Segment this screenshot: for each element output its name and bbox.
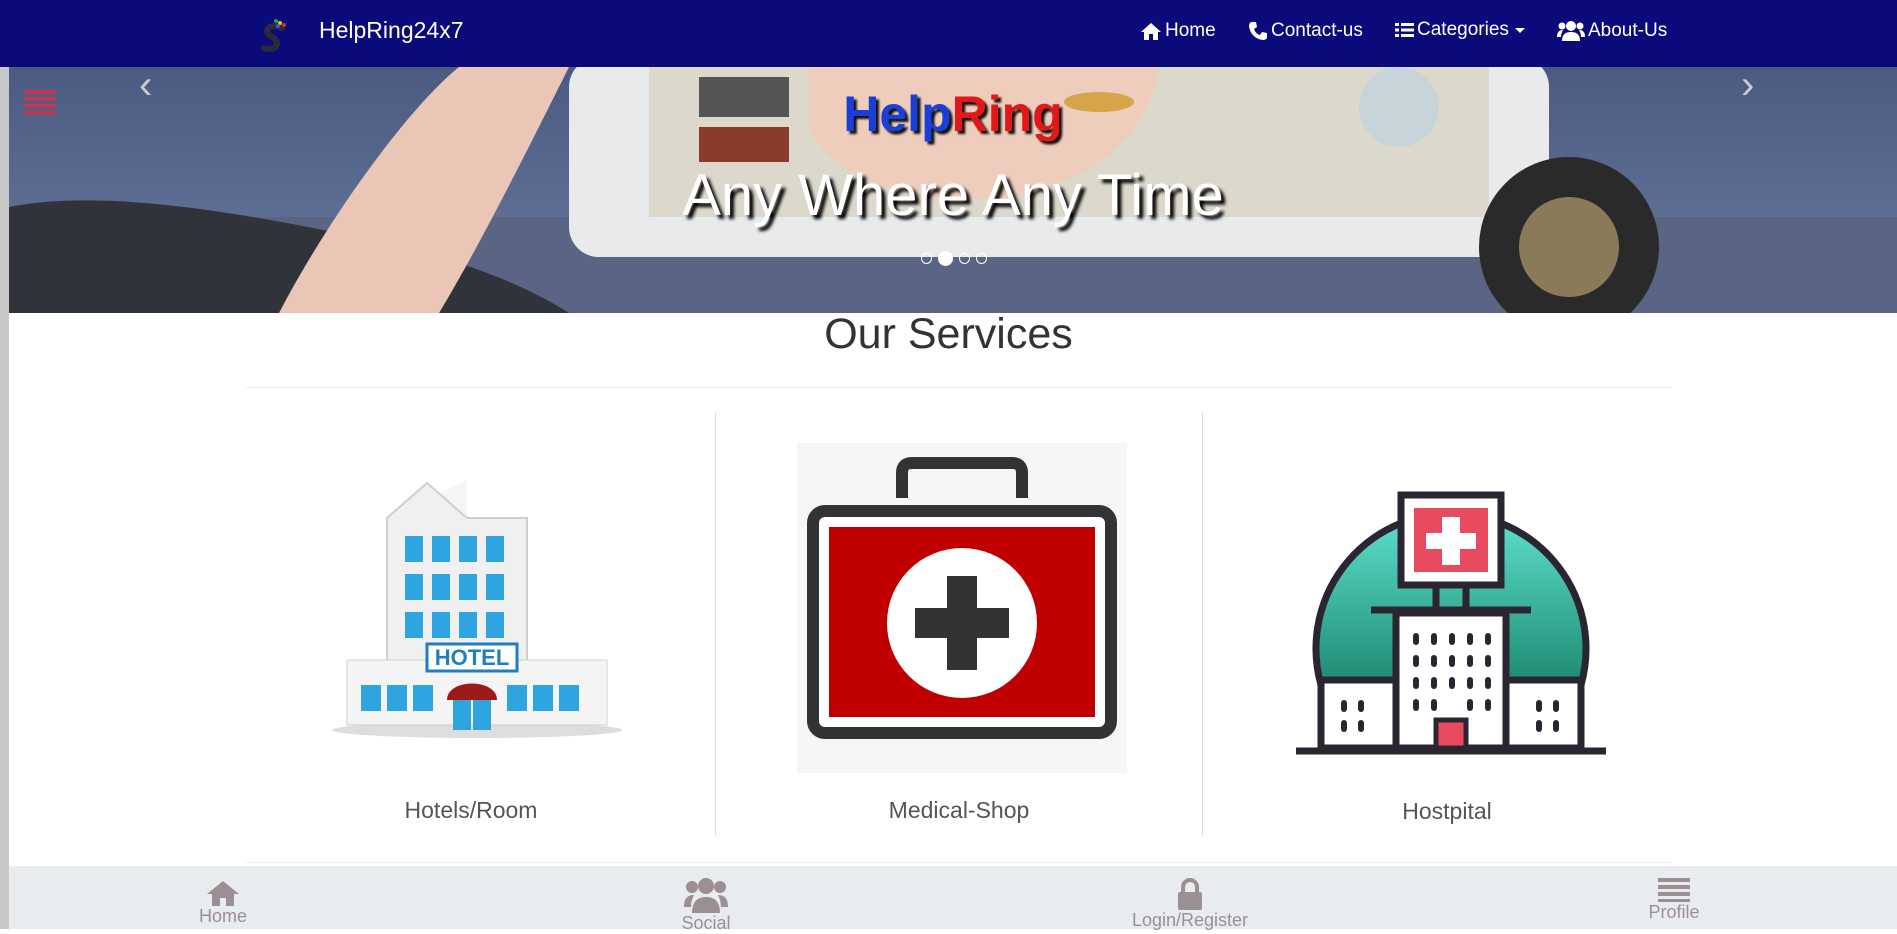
home-icon <box>207 881 239 906</box>
carousel-indicators <box>921 251 987 266</box>
nav-home-link[interactable]: Home <box>1140 20 1216 42</box>
caret-down-icon <box>1514 27 1525 33</box>
nav-home-label: Home <box>1165 20 1216 41</box>
phone-icon <box>1249 22 1267 40</box>
nav-categories-label: Categories <box>1417 19 1509 40</box>
divider-bottom <box>246 862 1672 863</box>
service-label-hotels[interactable]: Hotels/Room <box>321 797 621 824</box>
medical-kit-icon[interactable] <box>797 443 1127 773</box>
column-divider-1 <box>715 412 716 836</box>
left-scroll-edge <box>0 67 9 929</box>
users-icon <box>684 878 728 913</box>
carousel-indicator-3[interactable] <box>959 253 970 264</box>
list-icon <box>1395 23 1414 37</box>
lock-icon <box>1178 878 1202 910</box>
bottom-nav-profile-label: Profile <box>1648 902 1700 922</box>
hospital-icon[interactable] <box>1296 455 1606 760</box>
nav-about-link[interactable]: About-Us <box>1557 20 1667 42</box>
bottom-nav-home-label: Home <box>198 906 247 926</box>
hotel-icon[interactable]: HOTEL <box>327 480 627 740</box>
hero-subtitle: Any Where Any Time <box>682 163 1224 228</box>
carousel-indicator-4[interactable] <box>976 253 987 264</box>
carousel-indicator-2[interactable] <box>938 251 953 266</box>
hero-title-ring: Ring <box>951 86 1063 142</box>
nav-categories-dropdown[interactable]: Categories <box>1395 19 1525 41</box>
divider-top <box>246 387 1672 388</box>
bottom-nav-social-label: Social <box>681 913 731 933</box>
hero-title-help: Help <box>843 86 952 142</box>
bottom-nav-home[interactable]: Home <box>163 880 283 927</box>
bottom-nav-profile[interactable]: Profile <box>1614 878 1734 923</box>
top-navbar: HelpRing24x7 Home Contact-us Categories … <box>0 0 1897 67</box>
services-title: Our Services <box>824 310 1073 358</box>
service-label-hospital[interactable]: Hostpital <box>1297 798 1597 825</box>
brand-title[interactable]: HelpRing24x7 <box>319 17 463 44</box>
menu-hamburger-icon[interactable] <box>24 90 56 115</box>
carousel-indicator-1[interactable] <box>921 253 932 264</box>
bottom-navbar: Home Social Login/Register Profile <box>9 866 1897 933</box>
hero-carousel: ‹ › HelpRing Any Where Any Time <box>9 67 1897 313</box>
service-label-medical-shop[interactable]: Medical-Shop <box>809 797 1109 824</box>
nav-contact-link[interactable]: Contact-us <box>1248 20 1363 42</box>
users-icon <box>1557 21 1585 41</box>
nav-about-label: About-Us <box>1588 20 1668 41</box>
svg-text:HOTEL: HOTEL <box>435 645 510 670</box>
bottom-nav-login[interactable]: Login/Register <box>1120 878 1260 931</box>
menu-lines-icon <box>1658 878 1690 902</box>
hero-title: HelpRing <box>9 85 1897 143</box>
column-divider-2 <box>1202 412 1203 836</box>
nav-contact-label: Contact-us <box>1271 20 1363 41</box>
bottom-nav-social[interactable]: Social <box>646 877 766 934</box>
brand-logo-icon[interactable] <box>258 18 290 56</box>
bottom-nav-login-label: Login/Register <box>1131 910 1249 930</box>
home-icon <box>1141 22 1161 40</box>
